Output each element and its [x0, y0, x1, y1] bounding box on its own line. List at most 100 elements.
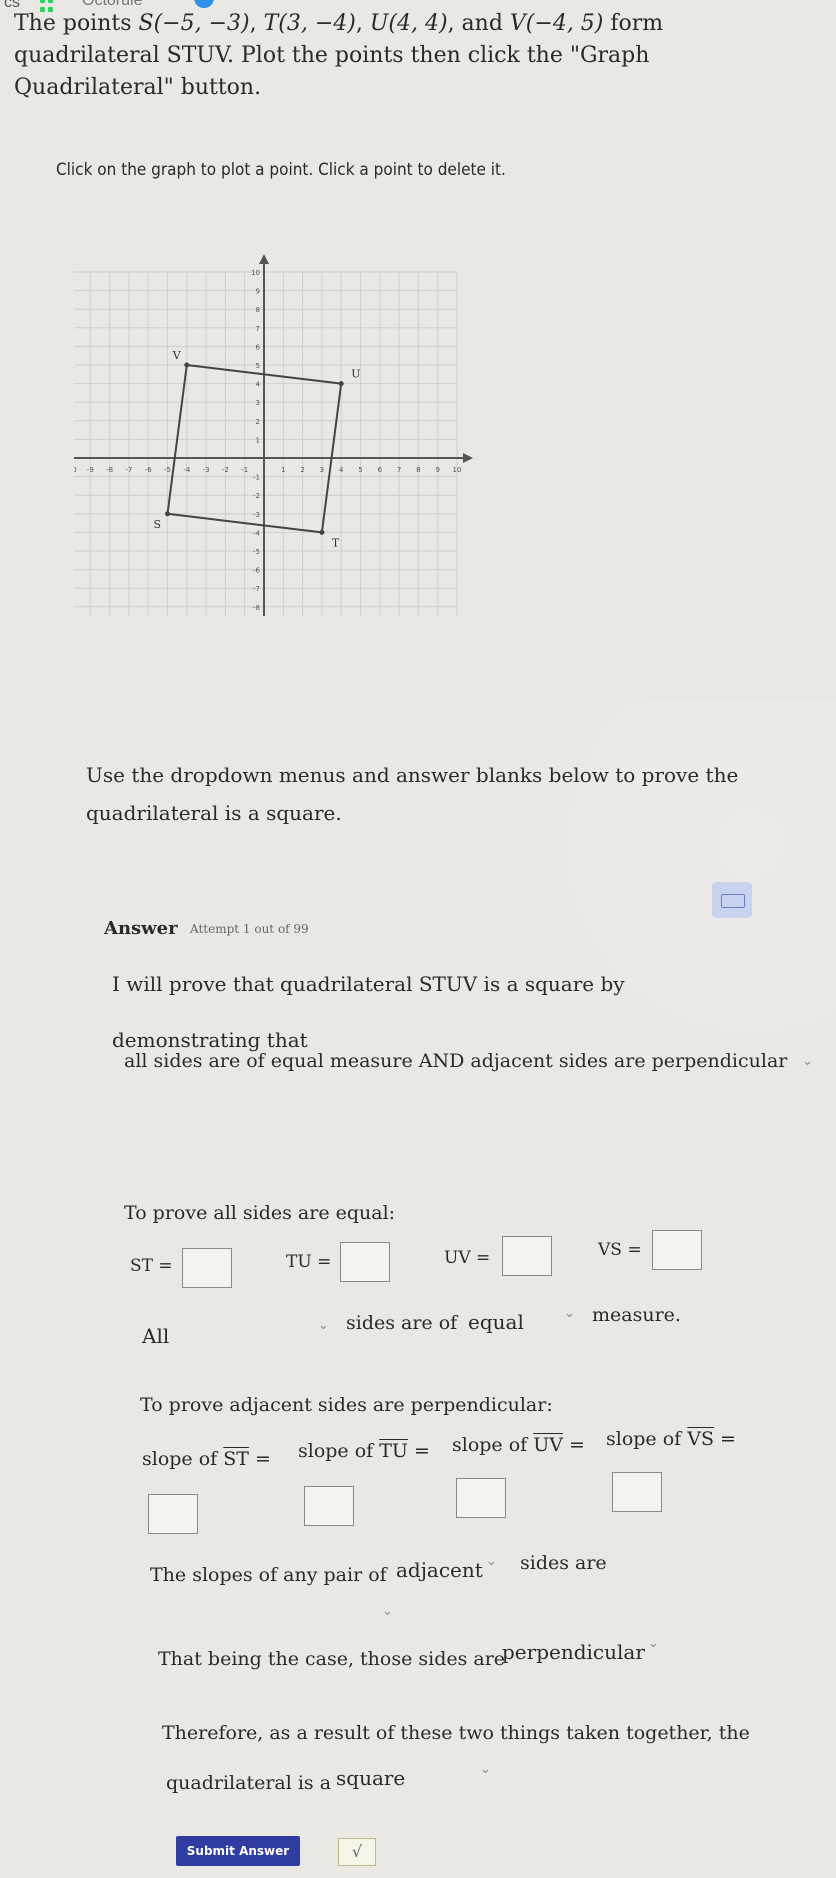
uv-length-input[interactable] [502, 1236, 552, 1276]
equals-sign: = [254, 1448, 271, 1470]
st-label: ST = [130, 1256, 173, 1276]
segment-st: ST [223, 1448, 249, 1470]
point-s-coords: S(−5, −3) [138, 11, 250, 36]
uv-label: UV = [444, 1248, 491, 1268]
point-label-v: V [172, 349, 182, 362]
sides-are-text: sides are [520, 1552, 607, 1574]
point-label-u: U [351, 368, 360, 381]
plotted-point-u[interactable] [338, 381, 344, 387]
slope-uv-input[interactable] [456, 1478, 506, 1518]
y-tick-label: -6 [253, 567, 261, 575]
y-tick-label: -7 [253, 585, 260, 593]
graph-instruction: Click on the graph to plot a point. Clic… [56, 160, 506, 180]
y-tick-label: 7 [256, 325, 260, 333]
slope-vs-input[interactable] [612, 1472, 662, 1512]
submit-answer-button[interactable]: Submit Answer [176, 1836, 300, 1866]
measure-text: measure. [592, 1304, 681, 1326]
plotted-point-s[interactable] [165, 511, 170, 517]
problem-line1-end: form [603, 11, 664, 36]
point-label-t: T [332, 536, 340, 549]
segment-tu: TU [379, 1440, 408, 1462]
slope-tu-label: slope of TU = [298, 1440, 430, 1462]
y-tick-label: 8 [256, 306, 260, 314]
that-being-text: That being the case, those sides are [158, 1648, 506, 1670]
perp-heading: To prove adjacent sides are perpendicula… [140, 1394, 553, 1416]
point-label-s: S [154, 518, 162, 531]
x-tick-label: 9 [435, 466, 439, 474]
vs-label: VS = [598, 1240, 642, 1260]
point-u-coords: U(4, 4) [369, 11, 448, 36]
x-tick-label: -5 [164, 466, 171, 474]
y-tick-label: 1 [256, 436, 260, 444]
x-tick-label: -7 [125, 466, 132, 474]
therefore-line-1: Therefore, as a result of these two thin… [162, 1722, 750, 1744]
chevron-down-icon[interactable]: ⌄ [318, 1318, 329, 1333]
st-length-input[interactable] [182, 1248, 232, 1288]
chevron-down-icon[interactable]: ⌄ [648, 1636, 659, 1651]
method-dropdown[interactable]: all sides are of equal measure AND adjac… [124, 1050, 787, 1072]
y-tick-label: -1 [253, 474, 260, 482]
y-tick-label: -8 [253, 604, 260, 612]
equals-sign: = [720, 1428, 736, 1450]
equal-dropdown[interactable]: equal [468, 1310, 524, 1334]
proof-prompt: Use the dropdown menus and answer blanks… [86, 756, 746, 832]
chevron-down-icon[interactable]: ⌄ [480, 1762, 491, 1777]
chevron-down-icon[interactable]: ⌄ [382, 1604, 393, 1619]
y-tick-label: -4 [253, 529, 261, 537]
x-tick-label: -8 [106, 466, 113, 474]
tu-length-input[interactable] [340, 1242, 390, 1282]
profile-avatar[interactable] [194, 0, 214, 8]
problem-line-3: Quadrilateral" button. [14, 75, 262, 100]
slope-of-text: slope of [298, 1440, 374, 1462]
problem-statement: The points S(−5, −3), T(3, −4), U(4, 4),… [14, 8, 734, 104]
coordinate-graph[interactable]: -10-9-8-7-6-5-4-3-2-112345678910-10-9-8-… [74, 236, 474, 616]
problem-line-2: quadrilateral STUV. Plot the points then… [14, 43, 650, 68]
y-tick-label: 6 [256, 343, 261, 351]
x-tick-label: -1 [241, 466, 248, 474]
vs-length-input[interactable] [652, 1230, 702, 1270]
y-tick-label: -3 [253, 511, 260, 519]
x-tick-label: 8 [416, 466, 420, 474]
tu-label: TU = [286, 1252, 332, 1272]
perpendicular-dropdown[interactable]: perpendicular [502, 1640, 645, 1664]
y-tick-label: 4 [256, 381, 261, 389]
prompt-line-1: Use the dropdown menus and answer blanks… [86, 763, 739, 787]
adjacent-dropdown[interactable]: adjacent [396, 1558, 483, 1582]
slope-st-input[interactable] [148, 1494, 198, 1534]
prompt-line-2: quadrilateral is a square. [86, 801, 342, 825]
y-tick-label: 10 [251, 269, 260, 277]
plotted-point-v[interactable] [184, 362, 190, 368]
slope-of-text: slope of [452, 1434, 528, 1456]
slope-uv-label: slope of UV = [452, 1434, 585, 1456]
chevron-down-icon[interactable]: ⌄ [564, 1306, 575, 1321]
x-tick-label: 4 [339, 466, 344, 474]
therefore-line-2: quadrilateral is a [166, 1772, 332, 1794]
check-answer-icon[interactable]: √ [338, 1838, 376, 1866]
y-tick-label: 9 [256, 288, 260, 296]
chevron-down-icon[interactable]: ⌄ [486, 1554, 497, 1569]
all-dropdown[interactable]: All [142, 1324, 169, 1348]
problem-prefix: The points [14, 11, 139, 36]
slope-of-text: slope of [142, 1448, 218, 1470]
x-tick-label: 2 [300, 466, 304, 474]
intro-line-1: I will prove that quadrilateral STUV is … [112, 972, 625, 996]
x-tick-label: 6 [378, 466, 383, 474]
x-tick-label: 10 [453, 466, 462, 474]
keyboard-icon[interactable] [712, 882, 752, 918]
x-tick-label: -9 [87, 466, 94, 474]
x-tick-label: -2 [222, 466, 229, 474]
chevron-down-icon[interactable]: ⌄ [802, 1054, 813, 1069]
y-axis-arrow-up [259, 254, 269, 264]
y-tick-label: 5 [256, 362, 260, 370]
y-tick-label: 2 [256, 418, 260, 426]
segment-uv: UV [533, 1434, 563, 1456]
screen-glare [540, 700, 836, 1060]
plotted-point-t[interactable] [319, 529, 325, 535]
x-axis-arrow-right [463, 453, 473, 463]
x-tick-label: -3 [203, 466, 210, 474]
slope-tu-input[interactable] [304, 1486, 354, 1526]
x-tick-label: 5 [358, 466, 362, 474]
square-dropdown[interactable]: square [336, 1766, 405, 1790]
slopes-pair-text: The slopes of any pair of [150, 1564, 387, 1586]
x-tick-label: -10 [74, 466, 77, 474]
